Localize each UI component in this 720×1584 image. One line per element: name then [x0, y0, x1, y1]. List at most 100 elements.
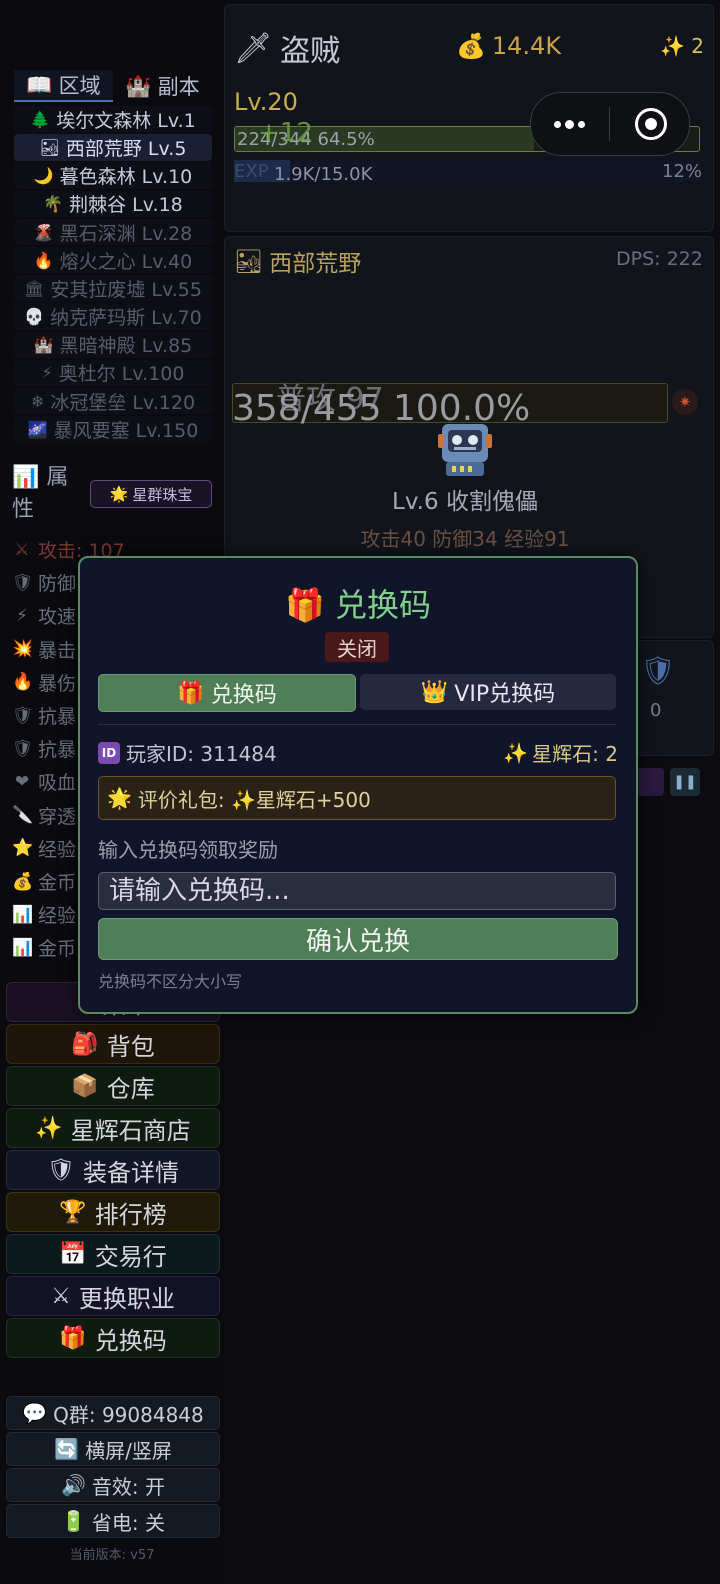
stat-icon: 📊 [12, 904, 34, 925]
miniprogram-capsule [530, 92, 690, 156]
star-stone-count: ✨ 2 [660, 34, 704, 58]
enemy-stats: 攻击40 防御34 经验91 [360, 527, 570, 551]
redeem-code-modal: 🎁 兑换码 关闭 🎁 兑换码 👑 VIP兑换码 ID 玩家ID: 311484 … [78, 556, 638, 1014]
gold-amount: 14.4K [491, 32, 562, 60]
modal-title-text: 兑换码 [335, 586, 432, 624]
case-insensitive-note: 兑换码不区分大小写 [98, 972, 243, 991]
stat-label: 经验 [38, 838, 77, 861]
money-bag-icon: 💰 [456, 32, 486, 60]
zone-icon: 🌴 [43, 194, 64, 214]
review-gift-pack[interactable]: 🌟 评价礼包: ✨星辉石+500 [98, 776, 616, 820]
stat-icon: 🔥 [12, 672, 34, 693]
menu-label: 排行榜 [94, 1200, 167, 1229]
menu-label: 仓库 [106, 1074, 155, 1103]
gold-display: 💰 14.4K [456, 32, 561, 60]
zone-item[interactable]: 🌙 暮色森林 Lv.10 [14, 162, 212, 189]
menu-icon: ⚔ [51, 1283, 71, 1309]
castle-icon: 🏰 [125, 73, 152, 98]
hp-regen-text: +12 [258, 118, 313, 148]
more-options-button[interactable] [549, 107, 589, 141]
hero-level: Lv.20 [234, 88, 298, 116]
zone-item[interactable]: 🔥 熔火之心 Lv.40 [14, 246, 212, 274]
robot-enemy-icon[interactable] [436, 420, 494, 480]
stat-row: 🛡 防御 [12, 569, 76, 596]
hero-class: 🗡 盗贼 [234, 26, 340, 70]
buff-slot[interactable] [634, 768, 664, 796]
menu-button[interactable]: 🛡 装备详情 [6, 1150, 220, 1190]
zone-item[interactable]: 🌋 黑石深渊 Lv.28 [14, 218, 212, 246]
dagger-icon: 🗡 [234, 30, 273, 66]
close-miniprogram-icon[interactable] [635, 108, 667, 140]
menu-button[interactable]: ⚔ 更换职业 [6, 1276, 220, 1316]
pause-button[interactable]: ❚❚ [670, 768, 700, 796]
stat-row: ⚡ 攻速 [12, 602, 76, 629]
utility-button[interactable]: 🔋 省电: 关 [6, 1504, 220, 1538]
zone-item[interactable]: 💀 纳克萨玛斯 Lv.70 [14, 303, 212, 330]
player-id-text: 玩家ID: 311484 [126, 742, 277, 766]
exp-percent: 12% [662, 161, 703, 182]
redeem-code-input[interactable] [98, 872, 616, 910]
stat-icon: 💰 [12, 871, 34, 892]
zone-item[interactable]: 🌲 埃尔文森林 Lv.1 [14, 106, 212, 133]
zone-item[interactable]: 🏜 西部荒野 Lv.5 [14, 134, 212, 161]
zone-item[interactable]: 🌴 荆棘谷 Lv.18 [14, 190, 212, 218]
menu-button[interactable]: 📦 仓库 [6, 1066, 220, 1106]
zone-icon: 💀 [24, 307, 45, 327]
zone-icon: ⚡ [41, 363, 53, 383]
chart-icon: 📊 [12, 465, 40, 490]
confirm-redeem-button[interactable]: 确认兑换 [98, 918, 618, 960]
exp-label: EXP [234, 161, 269, 182]
tab-dungeons-label: 副本 [157, 75, 200, 99]
star-stone-balance: ✨ 星辉石: 2 [503, 738, 618, 767]
menu-button[interactable]: 🎁 兑换码 [6, 1318, 220, 1358]
zone-label: 奥杜尔 Lv.100 [58, 363, 185, 386]
stat-label: 暴伤 [38, 672, 77, 695]
stat-icon: 🛡 [12, 705, 34, 726]
utility-button[interactable]: 🔄 横屏/竖屏 [6, 1432, 220, 1466]
menu-button[interactable]: 📅 交易行 [6, 1234, 220, 1274]
tab-vip-redeem-code[interactable]: 👑 VIP兑换码 [360, 674, 616, 710]
modal-title: 🎁 兑换码 [80, 580, 636, 626]
utility-label: 横屏/竖屏 [85, 1438, 172, 1463]
version-text: 当前版本: v57 [69, 1548, 155, 1563]
stat-label: 吸血 [38, 772, 77, 795]
stat-row: 📊 经验 [12, 901, 76, 928]
zone-label: 荆棘谷 Lv.18 [69, 194, 183, 217]
stat-row: 🔥 暴伤 [12, 669, 76, 696]
stat-icon: ⚔ [14, 539, 30, 560]
attributes-header: 📊 属性 🌟 星群珠宝 [12, 462, 212, 528]
menu-button[interactable]: ✨ 星辉石商店 [6, 1108, 220, 1148]
shield-icon: 🛡 [640, 654, 676, 687]
stat-label: 抗暴 [38, 739, 77, 762]
menu-label: 装备详情 [82, 1158, 179, 1187]
zone-item[interactable]: 🌌 暴风要塞 Lv.150 [14, 416, 212, 443]
stat-label: 经验 [38, 905, 77, 928]
zone-icon: 🔥 [33, 250, 54, 270]
zone-icon: 🏜 [39, 137, 60, 157]
zone-label: 黑暗神殿 Lv.85 [59, 335, 193, 358]
zone-item[interactable]: ❄ 冰冠堡垒 Lv.120 [14, 387, 212, 415]
utility-button[interactable]: 🔊 音效: 开 [6, 1468, 220, 1502]
id-badge-icon: ID [98, 741, 120, 764]
tab-zones[interactable]: 📖 区域 [14, 70, 113, 102]
tab-redeem-code[interactable]: 🎁 兑换码 [98, 674, 356, 712]
stat-icon: ⭐ [12, 838, 34, 859]
close-button[interactable]: 关闭 [325, 632, 389, 662]
zone-item[interactable]: ⚡ 奥杜尔 Lv.100 [14, 359, 212, 387]
menu-button[interactable]: 🏆 排行榜 [6, 1192, 220, 1232]
burst-skill-icon[interactable]: ✷ [672, 389, 698, 415]
utility-button[interactable]: 💬 Q群: 99084848 [6, 1396, 220, 1430]
stat-icon: 🛡 [12, 738, 34, 759]
star-stone-balance-text: 星辉石: 2 [532, 742, 618, 766]
tab-dungeons[interactable]: 🏰 副本 [113, 70, 212, 102]
zone-item[interactable]: 🏛 安其拉废墟 Lv.55 [14, 275, 212, 302]
utility-icon: 💬 [22, 1401, 48, 1425]
zone-item[interactable]: 🏰 黑暗神殿 Lv.85 [14, 331, 212, 358]
star-gem-button[interactable]: 🌟 星群珠宝 [90, 480, 212, 508]
zone-icon: 🌲 [30, 109, 51, 129]
zone-label: 暮色森林 Lv.10 [59, 166, 193, 189]
more-dot-icon [553, 120, 561, 128]
stat-row: 🛡 抗暴 [12, 735, 76, 762]
menu-button[interactable]: 🎒 背包 [6, 1024, 220, 1064]
capsule-divider [609, 107, 610, 141]
